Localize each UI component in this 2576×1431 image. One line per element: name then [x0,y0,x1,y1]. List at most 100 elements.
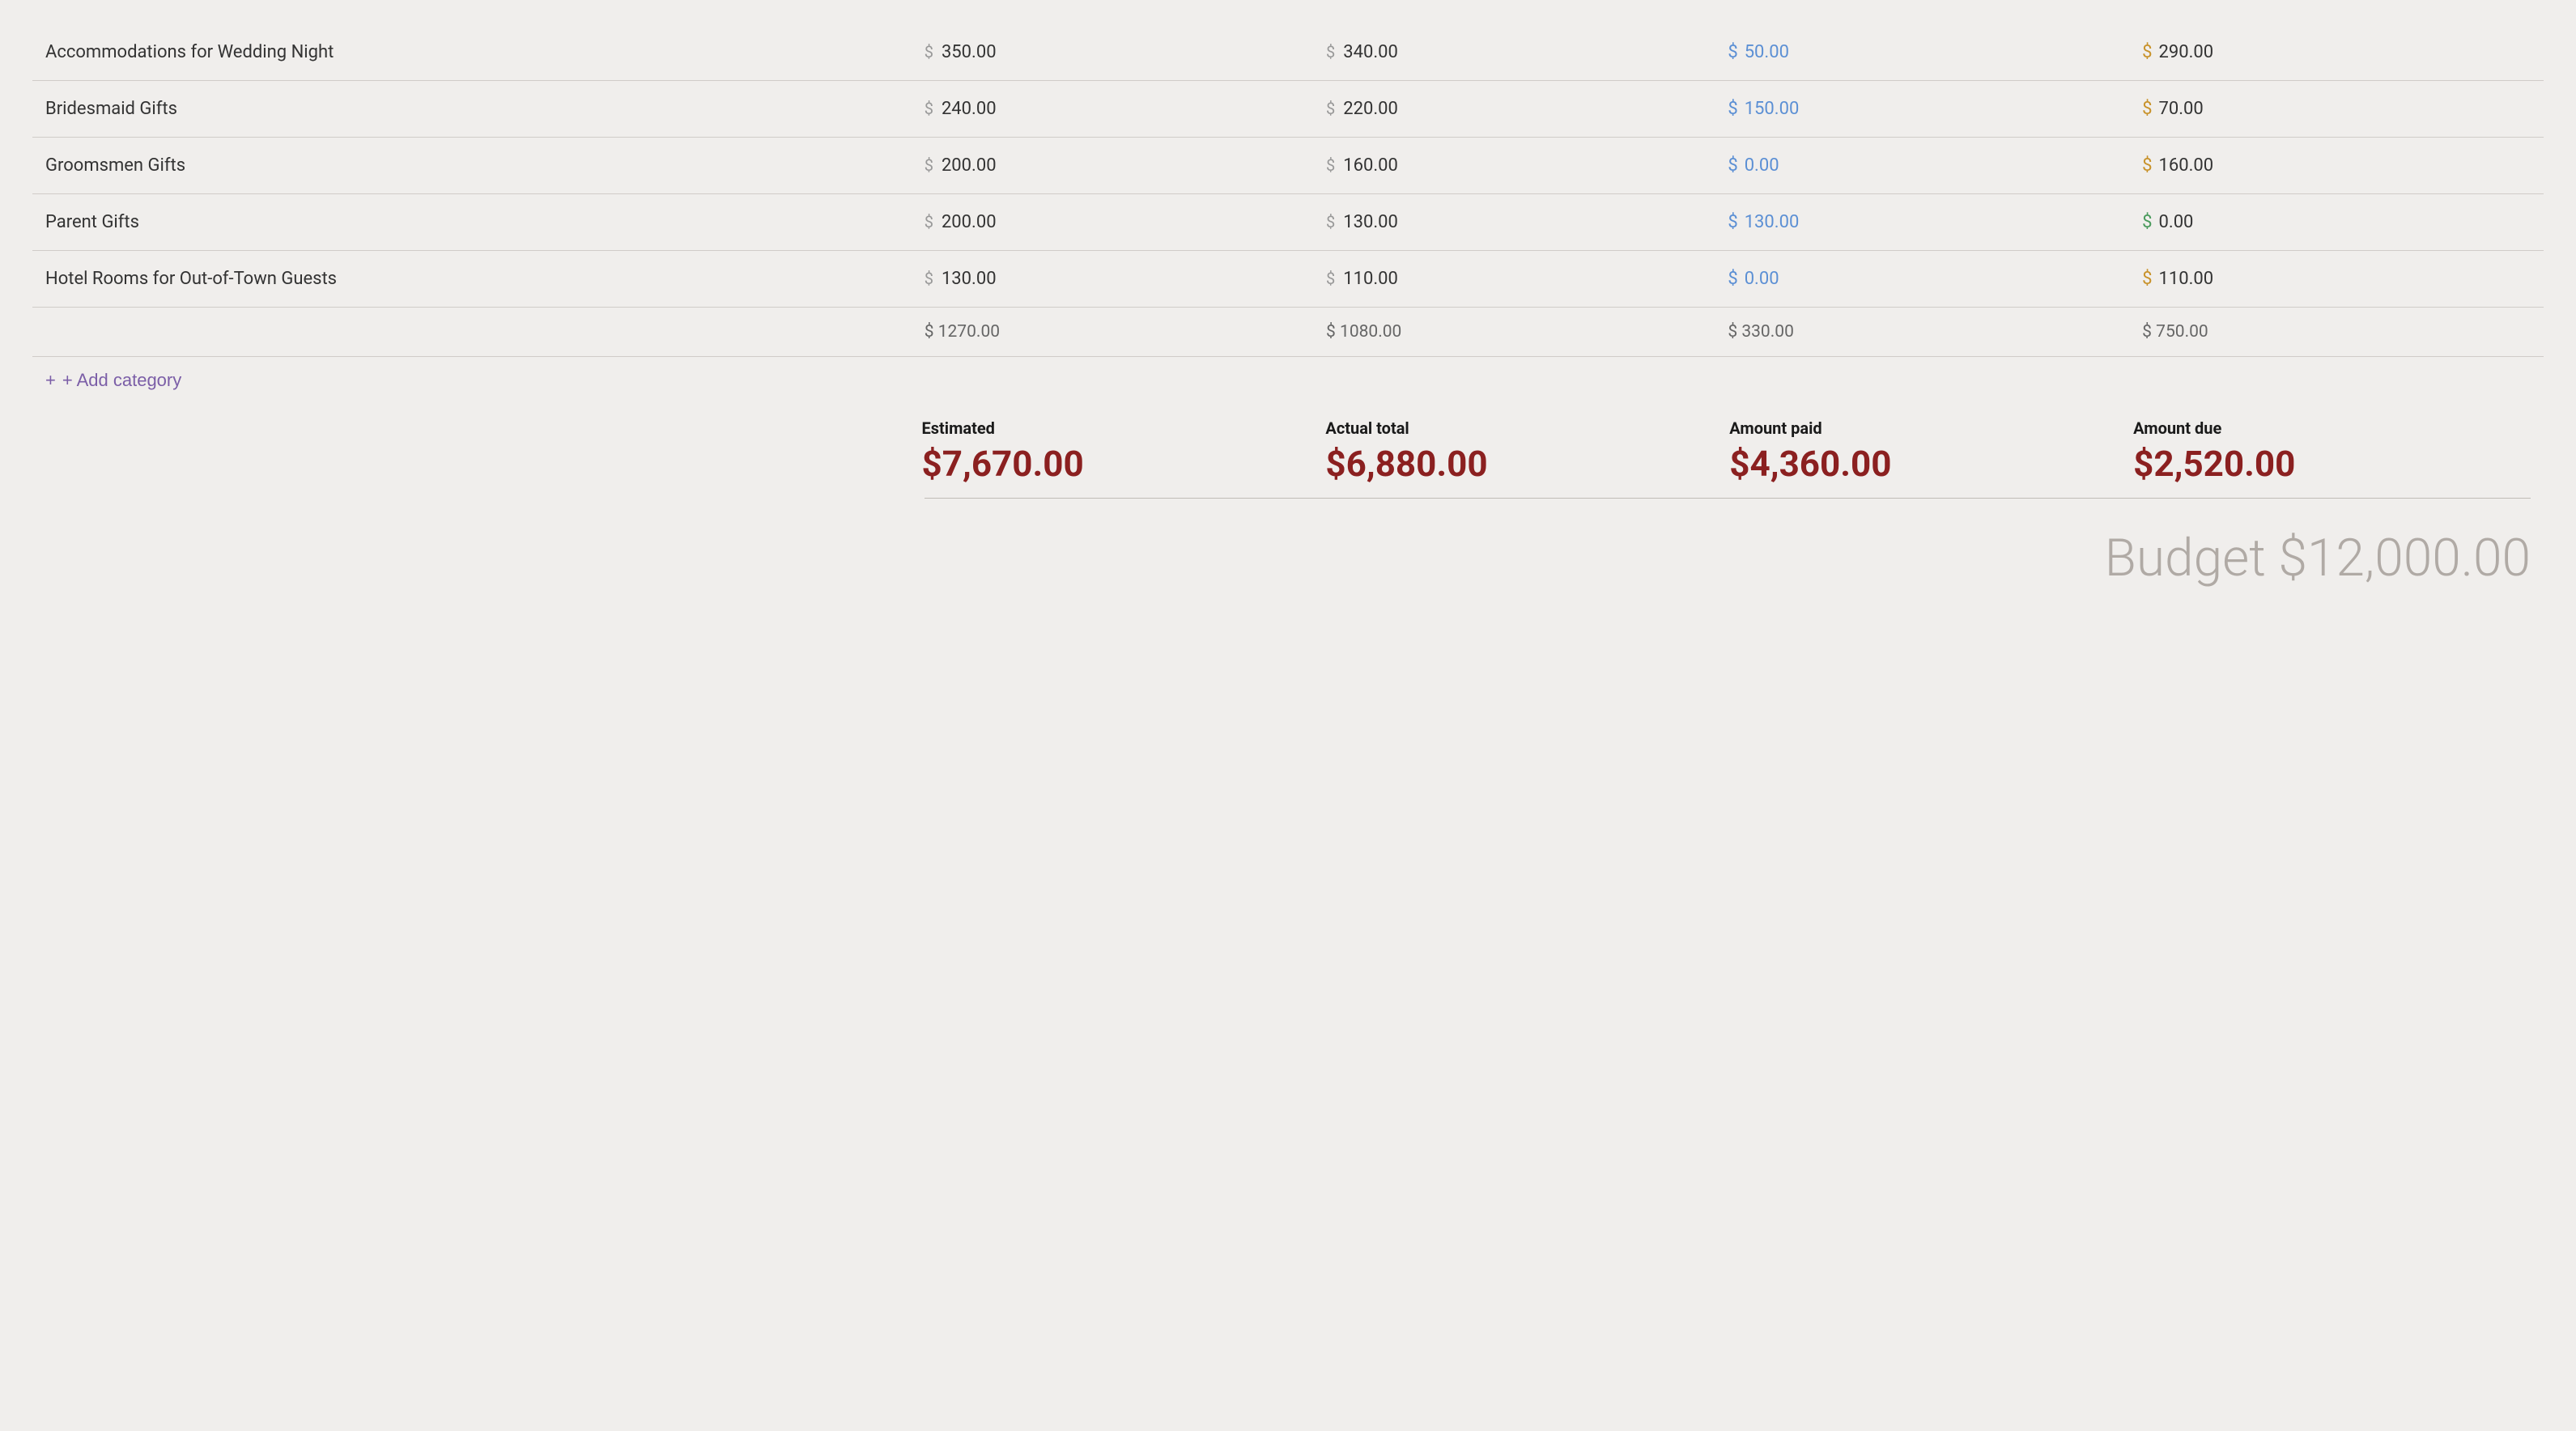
estimated-amount: 350.00 [942,42,997,62]
actual-amount: 160.00 [1343,155,1398,176]
dollar-icon: $ [1326,99,1335,118]
dollar-icon: $ [2142,155,2152,176]
paid-amount: 0.00 [1745,269,1779,289]
row-estimated: $ 130.00 [912,251,1313,308]
add-category-button[interactable]: + + Add category [45,370,181,391]
row-due[interactable]: $ 70.00 [2129,81,2544,138]
dollar-icon: $ [1326,155,1335,175]
dollar-icon: $ [925,269,933,288]
actual-value: $6,880.00 [1325,443,1716,485]
table-row: Groomsmen Gifts $ 200.00 $ 160.00 $ 0.00 [32,138,2544,194]
table-row: Parent Gifts $ 200.00 $ 130.00 $ 130.00 [32,194,2544,251]
row-due[interactable]: $ 110.00 [2129,251,2544,308]
dollar-icon: $ [925,99,933,118]
row-estimated: $ 240.00 [912,81,1313,138]
estimated-amount: 200.00 [942,155,997,176]
paid-amount: 50.00 [1745,42,1789,62]
row-estimated: $ 200.00 [912,194,1313,251]
row-name[interactable]: Groomsmen Gifts [32,138,912,194]
row-paid[interactable]: $ 50.00 [1715,24,2129,81]
dollar-icon: $ [2142,42,2152,62]
dollar-icon: $ [1728,212,1737,232]
paid-label: Amount paid [1729,418,2120,438]
summary-estimated: Estimated $7,670.00 [916,418,1320,485]
plus-icon: + [45,370,56,391]
estimated-amount: 130.00 [942,269,997,289]
add-category-label: + Add category [62,370,181,391]
actual-amount: 220.00 [1343,99,1398,119]
summary-due: Amount due $2,520.00 [2127,418,2531,485]
row-due[interactable]: $ 160.00 [2129,138,2544,194]
due-amount: 0.00 [2159,212,2194,232]
budget-value: $12,000.00 [2278,528,2531,588]
row-due[interactable]: $ 0.00 [2129,194,2544,251]
actual-amount: 110.00 [1343,269,1398,289]
row-name[interactable]: Hotel Rooms for Out-of-Town Guests [32,251,912,308]
dollar-icon: $ [1728,155,1737,176]
row-paid[interactable]: $ 150.00 [1715,81,2129,138]
actual-amount: 340.00 [1343,42,1398,62]
totals-actual: $ 1080.00 [1313,308,1715,357]
estimated-amount: 240.00 [942,99,997,119]
estimated-value: $7,670.00 [922,443,1313,485]
row-paid[interactable]: $ 0.00 [1715,138,2129,194]
dollar-icon: $ [1728,99,1737,119]
table-row: Hotel Rooms for Out-of-Town Guests $ 130… [32,251,2544,308]
dollar-icon: $ [2142,269,2152,289]
table-row: Bridesmaid Gifts $ 240.00 $ 220.00 $ 150… [32,81,2544,138]
estimated-amount: 200.00 [942,212,997,232]
budget-total-section: Budget $12,000.00 [32,512,2544,597]
summary-columns: Estimated $7,670.00 Actual total $6,880.… [916,418,2531,485]
dollar-icon: $ [1728,42,1737,62]
row-estimated: $ 350.00 [912,24,1313,81]
row-name[interactable]: Bridesmaid Gifts [32,81,912,138]
summary-section: Estimated $7,670.00 Actual total $6,880.… [32,410,2544,485]
actual-label: Actual total [1325,418,1716,438]
paid-amount: 0.00 [1745,155,1779,176]
estimated-label: Estimated [922,418,1313,438]
paid-amount: 130.00 [1745,212,1800,232]
budget-total-text: Budget $12,000.00 [2105,528,2531,588]
summary-spacer [45,418,916,485]
row-name[interactable]: Parent Gifts [32,194,912,251]
row-actual: $ 220.00 [1313,81,1715,138]
table-row: Accommodations for Wedding Night $ 350.0… [32,24,2544,81]
totals-row: $ 1270.00 $ 1080.00 $ 330.00 $ 750.00 [32,308,2544,357]
due-amount: 70.00 [2159,99,2204,119]
summary-actual: Actual total $6,880.00 [1319,418,1723,485]
budget-table: Accommodations for Wedding Night $ 350.0… [32,24,2544,357]
paid-amount: 150.00 [1745,99,1800,119]
due-label: Amount due [2133,418,2524,438]
summary-paid: Amount paid $4,360.00 [1723,418,2127,485]
due-value: $2,520.00 [2133,443,2524,485]
row-paid[interactable]: $ 0.00 [1715,251,2129,308]
totals-paid: $ 330.00 [1715,308,2129,357]
dollar-icon: $ [1326,212,1335,231]
row-actual: $ 340.00 [1313,24,1715,81]
row-estimated: $ 200.00 [912,138,1313,194]
actual-amount: 130.00 [1343,212,1398,232]
dollar-icon: $ [925,42,933,62]
due-amount: 110.00 [2159,269,2214,289]
dollar-icon: $ [1326,42,1335,62]
budget-label: Budget [2105,528,2266,588]
totals-estimated: $ 1270.00 [912,308,1313,357]
row-actual: $ 130.00 [1313,194,1715,251]
dollar-icon: $ [925,155,933,175]
dollar-icon: $ [1728,269,1737,289]
row-actual: $ 160.00 [1313,138,1715,194]
dollar-icon: $ [1326,269,1335,288]
dollar-icon: $ [2142,212,2152,232]
budget-divider [925,498,2531,499]
row-name[interactable]: Accommodations for Wedding Night [32,24,912,81]
due-amount: 290.00 [2159,42,2214,62]
row-due[interactable]: $ 290.00 [2129,24,2544,81]
totals-spacer [32,308,912,357]
row-paid[interactable]: $ 130.00 [1715,194,2129,251]
row-actual: $ 110.00 [1313,251,1715,308]
due-amount: 160.00 [2159,155,2214,176]
totals-due: $ 750.00 [2129,308,2544,357]
dollar-icon: $ [2142,99,2152,119]
paid-value: $4,360.00 [1729,443,2120,485]
dollar-icon: $ [925,212,933,231]
